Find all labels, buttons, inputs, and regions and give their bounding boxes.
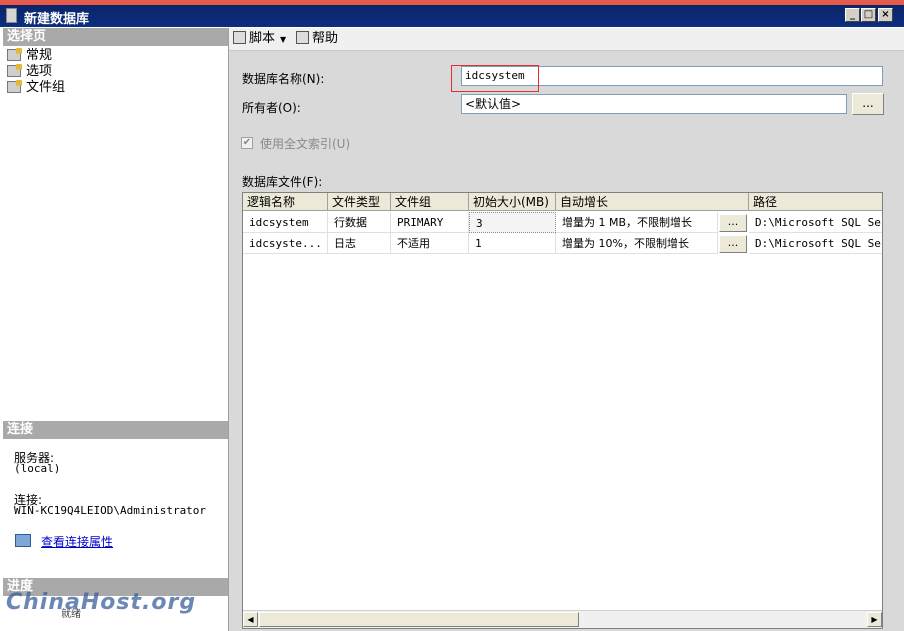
- fulltext-label: 使用全文索引(U): [260, 137, 351, 151]
- help-button[interactable]: 帮助: [296, 31, 338, 47]
- server-value: (local): [14, 462, 61, 475]
- left-pane: 选择页 常规 选项 文件组 连接 服务器: (local) 连接: WIN-KC…: [3, 28, 229, 631]
- db-files-label: 数据库文件(F):: [242, 175, 323, 189]
- cell-filegroup[interactable]: 不适用: [391, 233, 469, 254]
- window-title: 新建数据库: [24, 12, 90, 27]
- right-pane: 脚本 ▼ 帮助 数据库名称(N): idcsystem 所有者(O): <默认值>…: [229, 28, 904, 631]
- page-item-label: 文件组: [26, 80, 66, 95]
- page-icon: [7, 80, 22, 93]
- column-header-filegroup[interactable]: 文件组: [391, 193, 469, 211]
- column-header-autogrowth[interactable]: 自动增长: [556, 193, 749, 211]
- scroll-thumb[interactable]: [259, 612, 579, 627]
- cell-type[interactable]: 日志: [328, 233, 391, 254]
- title-bar: 新建数据库 _ □ ×: [0, 0, 904, 28]
- autogrowth-browse-button[interactable]: ...: [719, 214, 747, 232]
- page-item-general[interactable]: 常规: [7, 48, 52, 64]
- owner-label: 所有者(O):: [242, 101, 301, 115]
- cell-filegroup[interactable]: PRIMARY: [391, 212, 469, 233]
- script-icon: [233, 31, 246, 44]
- horizontal-scrollbar[interactable]: ◀ ▶: [243, 610, 882, 628]
- column-header-type[interactable]: 文件类型: [328, 193, 391, 211]
- dropdown-arrow-icon: ▼: [280, 35, 287, 44]
- column-header-initial-size[interactable]: 初始大小(MB): [469, 193, 556, 211]
- select-page-header: 选择页: [3, 28, 228, 46]
- scroll-left-icon[interactable]: ◀: [243, 612, 258, 627]
- database-icon: [6, 8, 17, 23]
- cell-autogrowth[interactable]: 增量为 10%，不限制增长: [556, 233, 718, 254]
- owner-input[interactable]: <默认值>: [461, 94, 847, 114]
- column-header-logical[interactable]: 逻辑名称: [243, 193, 328, 211]
- view-connection-properties-link[interactable]: 查看连接属性: [41, 533, 113, 550]
- cell-initial-size[interactable]: 3: [469, 212, 556, 233]
- page-item-label: 常规: [26, 48, 53, 63]
- fulltext-checkbox[interactable]: ✔: [241, 137, 253, 149]
- watermark: ChinaHost.org: [6, 590, 197, 615]
- cell-path[interactable]: D:\Microsoft SQL Serv: [749, 212, 882, 233]
- toolbar: 脚本 ▼ 帮助: [229, 28, 904, 51]
- script-label: 脚本: [249, 31, 276, 46]
- dbname-label: 数据库名称(N):: [242, 72, 325, 86]
- page-icon: [7, 64, 22, 77]
- page-icon: [7, 48, 22, 61]
- script-button[interactable]: 脚本 ▼: [233, 31, 286, 47]
- cell-path[interactable]: D:\Microsoft SQL Serv: [749, 233, 882, 254]
- title-bar-background: [0, 5, 904, 27]
- close-button[interactable]: ×: [878, 8, 893, 22]
- column-header-path[interactable]: 路径: [749, 193, 882, 211]
- general-page-form: 数据库名称(N): idcsystem 所有者(O): <默认值> ... ✔ …: [229, 51, 904, 631]
- help-icon: [296, 31, 309, 44]
- annotation-highlight-box: [451, 65, 539, 92]
- cell-type[interactable]: 行数据: [328, 212, 391, 233]
- page-item-label: 选项: [26, 64, 53, 79]
- minimize-button[interactable]: _: [845, 8, 860, 22]
- db-files-grid: 逻辑名称 文件类型 文件组 初始大小(MB) 自动增长 路径 idcsystem…: [242, 192, 883, 629]
- cell-logical[interactable]: idcsyste...: [243, 233, 328, 254]
- cell-logical[interactable]: idcsystem: [243, 212, 328, 233]
- connection-value: WIN-KC19Q4LEIOD\Administrator: [14, 504, 207, 517]
- connection-header: 连接: [3, 421, 228, 439]
- help-label: 帮助: [312, 31, 339, 46]
- page-item-options[interactable]: 选项: [7, 64, 52, 80]
- maximize-button[interactable]: □: [861, 8, 876, 22]
- cell-autogrowth[interactable]: 增量为 1 MB，不限制增长: [556, 212, 718, 233]
- page-item-filegroups[interactable]: 文件组: [7, 80, 65, 96]
- cell-initial-size[interactable]: 1: [469, 233, 556, 254]
- owner-browse-button[interactable]: ...: [852, 93, 884, 115]
- connection-properties-icon: [15, 534, 31, 547]
- scroll-right-icon[interactable]: ▶: [867, 612, 882, 627]
- autogrowth-browse-button[interactable]: ...: [719, 235, 747, 253]
